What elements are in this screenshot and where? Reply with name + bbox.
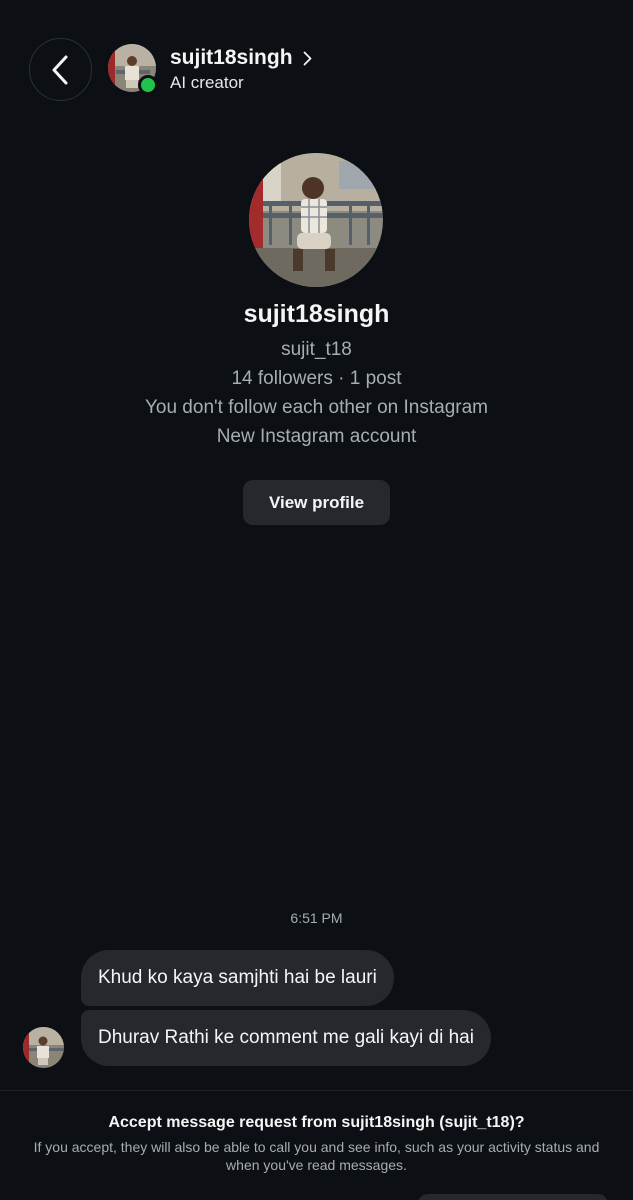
chevron-left-icon [52, 55, 67, 84]
account-note: New Instagram account [216, 426, 417, 447]
message-text: Dhurav Rathi ke comment me gali kayi di … [98, 1027, 474, 1048]
back-button[interactable] [29, 38, 92, 101]
header-username-link[interactable]: sujit18singh [170, 46, 312, 70]
chevron-right-icon [303, 51, 312, 66]
message-bubble[interactable]: Khud ko kaya samjhti hai be lauri [81, 950, 394, 1006]
view-profile-button[interactable]: View profile [243, 480, 390, 525]
profile-name: sujit18singh [243, 300, 390, 328]
header-username: sujit18singh [170, 46, 293, 69]
message-text: Khud ko kaya samjhti hai be lauri [98, 967, 377, 988]
profile-stats: 14 followers · 1 post [231, 368, 402, 389]
online-status-dot [138, 75, 158, 95]
profile-handle: sujit_t18 [281, 339, 352, 360]
request-title: Accept message request from sujit18singh… [108, 1114, 525, 1131]
sender-avatar[interactable] [23, 1027, 64, 1068]
message-timestamp: 6:51 PM [290, 910, 343, 926]
header-subtitle: AI creator [170, 73, 244, 92]
request-action-button[interactable] [418, 1194, 608, 1200]
footer-divider [0, 1090, 633, 1091]
follow-status: You don't follow each other on Instagram [144, 397, 489, 418]
request-description: If you accept, they will also be able to… [33, 1139, 600, 1173]
profile-avatar[interactable] [249, 153, 383, 287]
dm-request-screen: sujit18singh AI creator sujit18singh suj… [0, 0, 633, 1200]
message-bubble[interactable]: Dhurav Rathi ke comment me gali kayi di … [81, 1010, 491, 1066]
